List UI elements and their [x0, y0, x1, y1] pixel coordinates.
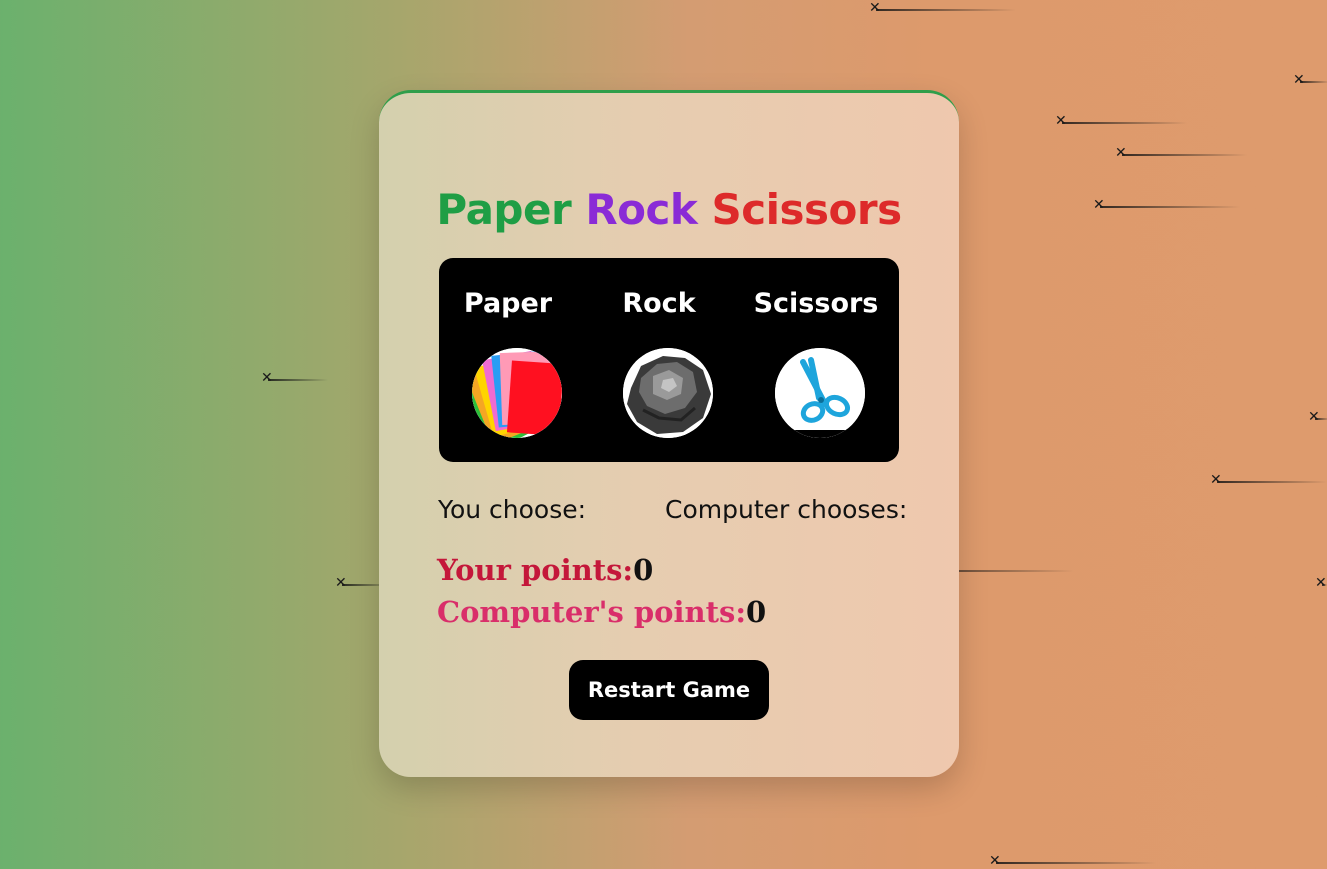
background-streak	[869, 0, 1016, 16]
title-scissors: Scissors	[711, 185, 902, 234]
choice-scissors-label: Scissors	[753, 288, 879, 319]
computer-points: Computer's points:0	[437, 595, 766, 629]
computer-points-value: 0	[746, 595, 767, 629]
background-streak	[1210, 472, 1327, 488]
restart-game-button[interactable]: Restart Game	[569, 660, 769, 720]
player-points-value: 0	[633, 553, 654, 587]
title-paper: Paper	[436, 185, 572, 234]
player-points: Your points:0	[437, 553, 653, 587]
player-choice-label: You choose:	[438, 495, 587, 524]
computer-choice-label: Computer chooses:	[665, 495, 908, 524]
title-rock: Rock	[585, 185, 698, 234]
paper-stack-icon[interactable]	[472, 348, 562, 438]
background-streak	[1293, 72, 1327, 88]
background-streak	[1308, 409, 1327, 425]
choices-panel: Paper Rock Scissors	[439, 258, 899, 462]
choice-rock-label: Rock	[622, 288, 696, 319]
choice-paper-label: Paper	[463, 288, 553, 319]
game-card: Paper Rock Scissors Paper Rock Scissors …	[379, 90, 959, 777]
background-streak	[1055, 113, 1187, 129]
scissors-icon[interactable]	[775, 348, 865, 438]
player-points-label: Your points:	[437, 553, 634, 587]
background-streak	[1093, 197, 1240, 213]
background-streak	[1115, 145, 1247, 161]
background-streak	[261, 370, 328, 386]
background-streak	[1315, 575, 1327, 591]
computer-points-label: Computer's points:	[437, 595, 747, 629]
rock-icon[interactable]	[623, 348, 713, 438]
background-streak	[989, 853, 1156, 869]
game-title: Paper Rock Scissors	[379, 185, 959, 234]
